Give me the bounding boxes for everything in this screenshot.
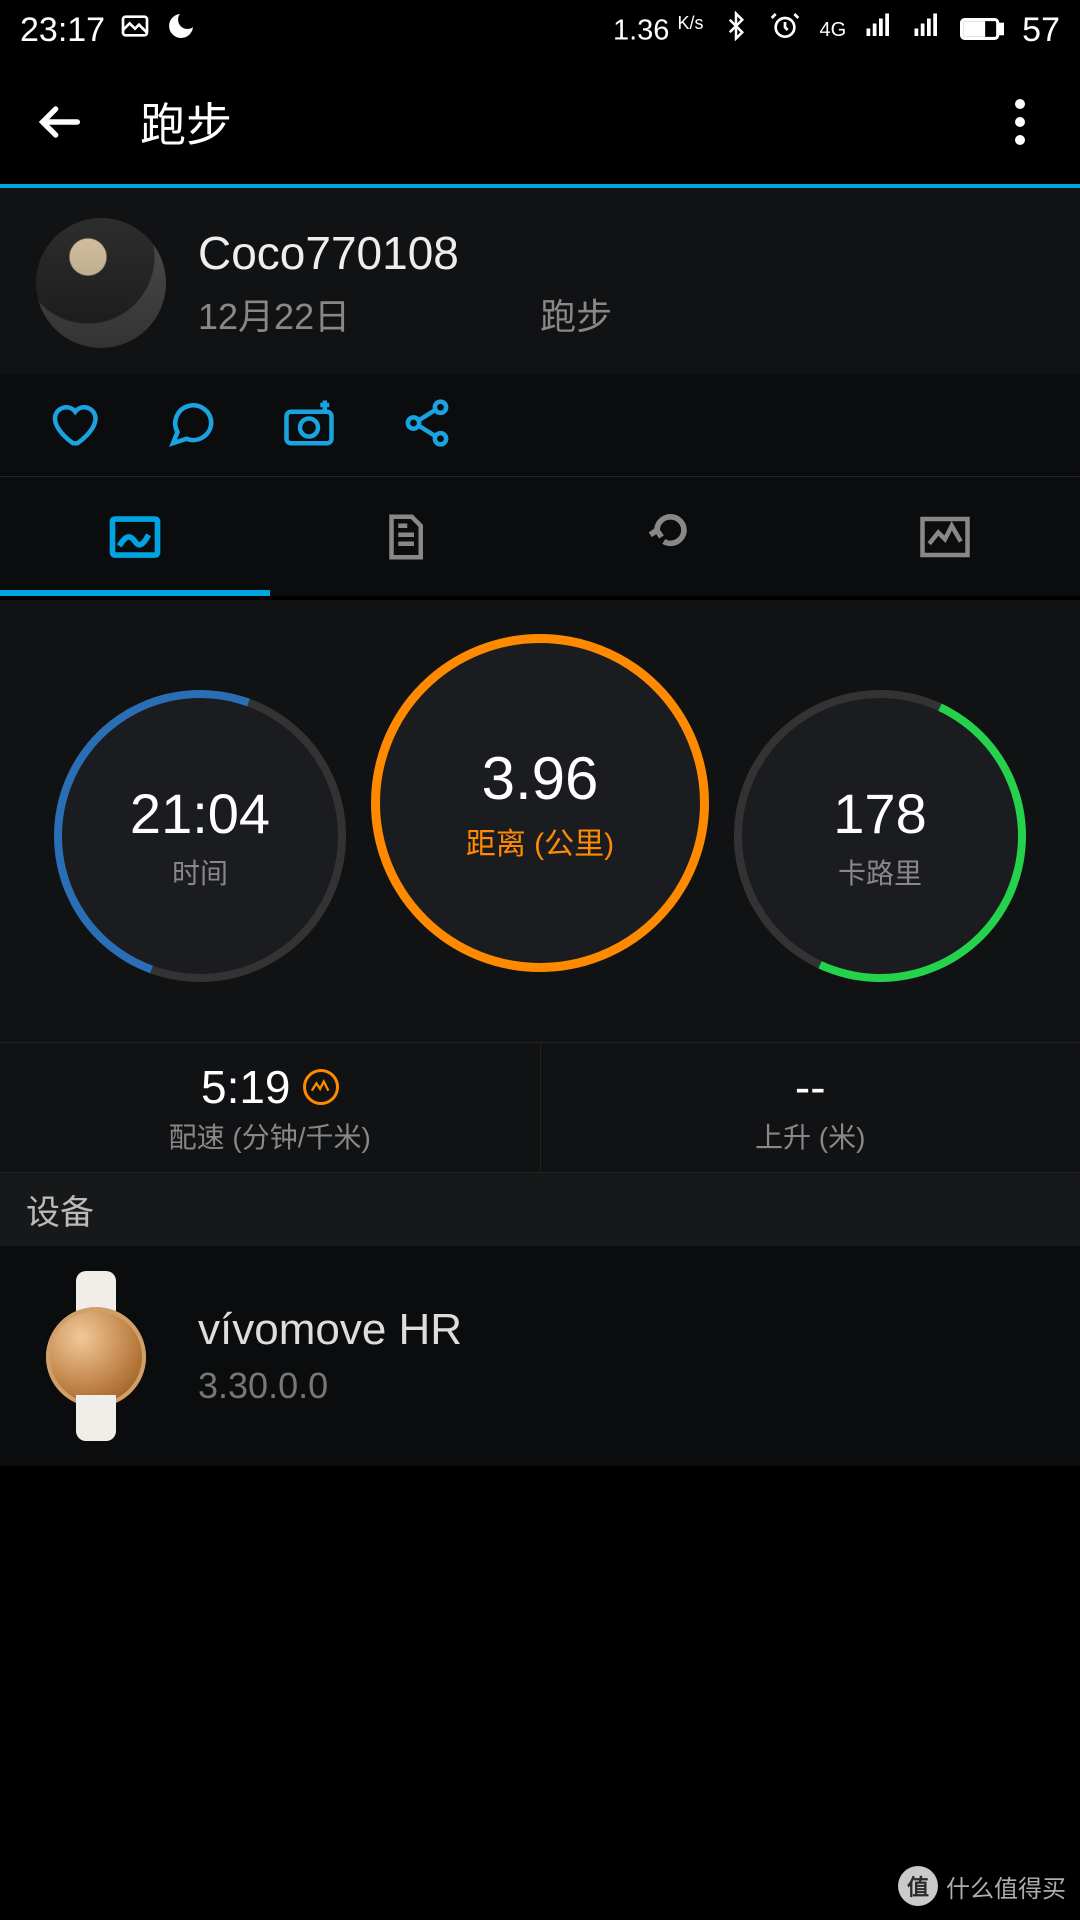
pace-icon [303,1069,339,1105]
tab-map[interactable] [0,477,270,596]
status-time: 23:17 [20,11,105,50]
ring-calories[interactable]: 178 卡路里 [734,690,1026,982]
signal-bars-icon [864,11,894,50]
watermark-badge: 值 [898,1866,938,1906]
like-button[interactable] [44,394,102,452]
pace-label: 配速 (分钟/千米) [169,1116,371,1156]
signal-bars-2-icon [912,11,942,50]
social-actions [0,374,1080,476]
tab-charts[interactable] [810,477,1080,596]
tab-laps[interactable] [540,477,810,596]
ring-distance[interactable]: 3.96 距离 (公里) [371,634,709,972]
ascent-value: -- [795,1060,826,1114]
pace-value: 5:19 [201,1060,291,1114]
picture-icon [119,10,151,51]
app-bar: 跑步 [0,60,1080,188]
battery-percent: 57 [1022,11,1060,50]
overflow-menu-button[interactable] [990,92,1050,152]
time-value: 21:04 [130,781,270,846]
share-button[interactable] [398,394,456,452]
device-version: 3.30.0.0 [198,1365,462,1407]
summary-rings: 21:04 时间 3.96 距离 (公里) 178 卡路里 [0,600,1080,1042]
avatar[interactable] [36,218,166,348]
activity-type: 跑步 [540,288,612,340]
status-bar: 23:17 1.36 K/s 4G 57 [0,0,1080,60]
activity-date: 12月22日 [198,288,350,340]
device-section-header: 设备 [0,1172,1080,1246]
metric-ascent[interactable]: -- 上升 (米) [541,1043,1080,1172]
watermark-text: 什么值得买 [946,1869,1066,1904]
bluetooth-icon [721,11,751,50]
calories-label: 卡路里 [838,852,922,892]
camera-button[interactable] [280,394,338,452]
distance-label: 距离 (公里) [466,819,614,863]
username: Coco770108 [198,226,1044,280]
alarm-icon [769,10,801,51]
moon-icon [165,10,197,51]
distance-value: 3.96 [482,744,599,813]
watermark: 值 什么值得买 [898,1866,1066,1906]
metric-pace[interactable]: 5:19 配速 (分钟/千米) [0,1043,541,1172]
net-speed: 1.36 K/s [613,13,704,48]
page-title: 跑步 [140,89,990,155]
ascent-label: 上升 (米) [755,1116,865,1156]
user-header: Coco770108 12月22日 跑步 [0,188,1080,374]
back-button[interactable] [30,92,90,152]
battery-icon [960,11,1004,50]
tab-indicator [0,590,270,596]
signal-4g-icon: 4G [819,19,846,42]
time-label: 时间 [172,852,228,892]
device-row[interactable]: vívomove HR 3.30.0.0 [0,1246,1080,1466]
activity-tabs [0,476,1080,596]
device-name: vívomove HR [198,1305,462,1355]
calories-value: 178 [833,781,926,846]
comment-button[interactable] [162,394,220,452]
secondary-metrics: 5:19 配速 (分钟/千米) -- 上升 (米) [0,1042,1080,1172]
watch-image [36,1271,156,1441]
tab-details[interactable] [270,477,540,596]
ring-time[interactable]: 21:04 时间 [54,690,346,982]
